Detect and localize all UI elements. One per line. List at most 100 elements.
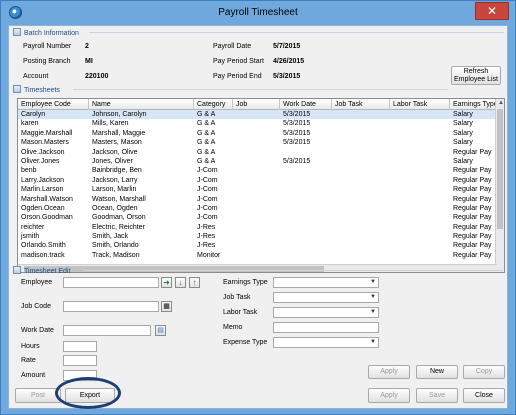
table-cell: J-Com [197, 186, 218, 194]
apply-button[interactable]: Apply [368, 388, 410, 403]
column-header[interactable]: Job Task [332, 99, 390, 110]
table-cell: Bainbridge, Ben [92, 167, 142, 175]
rate-label: Rate [21, 357, 36, 364]
table-row[interactable]: Larry.Jackson Jackson, Larry J-Com Regular … [18, 176, 498, 185]
section-icon [13, 85, 21, 93]
table-cell: Smith, Orlando [92, 242, 139, 250]
column-header[interactable]: Work Date [280, 99, 332, 110]
go-arrow-icon[interactable]: ➜ [161, 277, 172, 288]
rate-input[interactable] [63, 355, 97, 366]
dialog-body: Batch Information Payroll Number 2 Posti… [8, 25, 508, 409]
close-button[interactable]: Close [463, 388, 505, 403]
table-cell: Ocean, Ogden [92, 204, 138, 212]
table-cell: J-Com [197, 214, 218, 222]
table-row[interactable]: benb Bainbridge, Ben J-Com Regular Pay [18, 166, 498, 175]
posting-branch-value: MI [85, 58, 93, 65]
job-code-input[interactable] [63, 301, 159, 312]
table-cell: Maggie.Marshall [21, 129, 73, 137]
lookup-icon[interactable]: ▦ [161, 301, 172, 312]
copy-button[interactable]: Copy [463, 365, 505, 379]
table-cell [332, 166, 390, 175]
column-header[interactable]: Job [233, 99, 280, 110]
period-start-label: Pay Period Start [213, 58, 264, 65]
table-row[interactable]: Orlando.Smith Smith, Orlando J-Res Regular … [18, 241, 498, 250]
table-row[interactable]: Olive.Jackson Jackson, Olive G & A Regular … [18, 148, 498, 157]
table-row[interactable]: Ogden.Ocean Ocean, Ogden J-Com Regular Pay [18, 204, 498, 213]
calendar-icon[interactable]: ▤ [155, 325, 166, 336]
new-button[interactable]: New [416, 365, 458, 379]
labor-task-select[interactable]: ▼ [273, 307, 379, 318]
table-cell [280, 241, 332, 250]
vertical-scrollbar[interactable]: ▲ [495, 99, 504, 272]
window-close-button[interactable]: ✕ [475, 2, 509, 20]
table-cell: Jackson, Olive [92, 148, 138, 156]
timesheets-grid[interactable]: Employee Code Name Category Job Work Date Job… [17, 98, 505, 273]
refresh-employee-list-button[interactable]: Refresh Employee List [451, 66, 501, 85]
chevron-down-icon: ▼ [370, 294, 376, 300]
table-cell: G & A [197, 148, 216, 156]
table-row[interactable]: Oliver.Jones Jones, Oliver G & A 5/3/2015 Sa… [18, 157, 498, 166]
table-cell [280, 204, 332, 213]
period-start-value: 4/26/2015 [273, 58, 305, 65]
earnings-type-select[interactable]: ▼ [273, 277, 379, 288]
table-cell: madison.track [21, 251, 65, 259]
hours-input[interactable] [63, 341, 97, 352]
table-row[interactable]: karen Mills, Karen G & A 5/3/2015 Salary [18, 119, 498, 128]
table-cell [332, 176, 390, 185]
table-row[interactable]: Marlin.Larson Larson, Marlin J-Com Regular … [18, 185, 498, 194]
amount-label: Amount [21, 372, 46, 379]
column-header[interactable]: Name [89, 99, 194, 110]
job-task-select[interactable]: ▼ [273, 292, 379, 303]
posting-branch-label: Posting Branch [23, 58, 71, 65]
column-header[interactable]: Employee Code [18, 99, 89, 110]
table-cell [390, 129, 450, 138]
table-cell: Regular Pay [453, 233, 492, 241]
table-row[interactable]: madison.track Track, Madison Monitor Regula… [18, 251, 498, 260]
column-header[interactable]: Labor Task [390, 99, 450, 110]
up-arrow-icon[interactable]: ↑ [189, 277, 200, 288]
post-button[interactable]: Post [15, 388, 61, 403]
vertical-scroll-thumb[interactable] [497, 109, 503, 229]
table-cell [233, 148, 280, 157]
memo-input[interactable] [273, 322, 379, 333]
table-row[interactable]: jsmith Smith, Jack J-Res Regular Pay [18, 232, 498, 241]
table-cell: 5/3/2015 [283, 139, 311, 147]
table-cell: Larson, Marlin [92, 186, 137, 194]
table-cell: J-Res [197, 242, 216, 250]
expense-type-select[interactable]: ▼ [273, 337, 379, 348]
table-cell [233, 110, 280, 119]
apply-edit-button[interactable]: Apply [368, 365, 410, 379]
down-arrow-icon[interactable]: ↓ [175, 277, 186, 288]
table-cell [390, 166, 450, 175]
table-cell [233, 166, 280, 175]
save-button[interactable]: Save [416, 388, 458, 403]
table-cell [332, 129, 390, 138]
table-cell [332, 119, 390, 128]
table-cell [390, 195, 450, 204]
table-cell: Carolyn [21, 111, 46, 118]
table-row[interactable]: Maggie.Marshall Marshall, Maggie G & A 5/3/… [18, 129, 498, 138]
table-cell [280, 232, 332, 241]
column-header[interactable]: Category [194, 99, 233, 110]
column-header[interactable]: Earnings Type [450, 99, 498, 110]
divider [73, 89, 448, 90]
table-row[interactable]: Mason.Masters Masters, Mason G & A 5/3/2015… [18, 138, 498, 147]
table-cell: J-Res [197, 233, 216, 241]
table-row[interactable]: reichter Electric, Reichter J-Res Regular P… [18, 223, 498, 232]
scroll-up-icon[interactable]: ▲ [498, 100, 504, 106]
table-row[interactable]: Carolyn Johnson, Carolyn G & A 5/3/2015 Sala… [18, 110, 498, 120]
employee-label: Employee [21, 279, 53, 286]
table-row[interactable]: Marshall.Watson Watson, Marshall J-Com Regu… [18, 195, 498, 204]
table-cell: Olive.Jackson [21, 148, 65, 156]
table-cell [280, 195, 332, 204]
employee-input[interactable] [63, 277, 159, 288]
table-cell: Marshall.Watson [21, 195, 73, 203]
table-cell: Regular Pay [453, 195, 492, 203]
section-icon [13, 28, 21, 36]
work-date-input[interactable] [63, 325, 151, 336]
table-cell [390, 251, 450, 260]
title-bar: Payroll Timesheet ✕ [1, 1, 515, 25]
table-cell: Marshall, Maggie [92, 129, 146, 137]
table-row[interactable]: Orson.Goodman Goodman, Orson J-Com Regular … [18, 213, 498, 222]
table-cell [332, 213, 390, 222]
